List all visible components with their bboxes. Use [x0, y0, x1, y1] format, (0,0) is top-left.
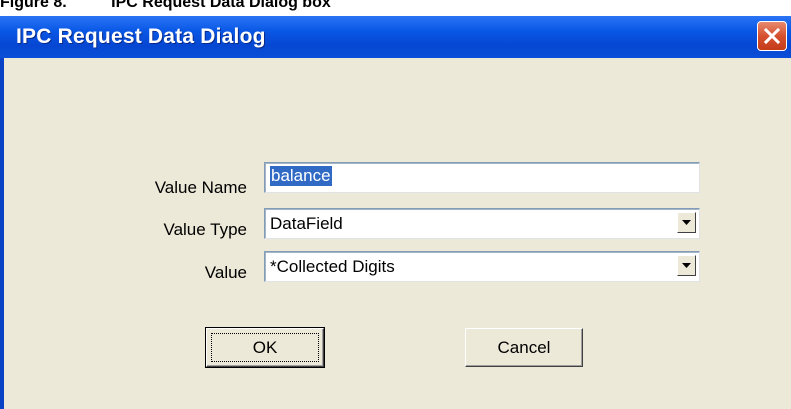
figure-caption: Figure 8. IPC Request Data Dialog box	[0, 0, 791, 16]
dropdown-arrow-icon	[682, 263, 691, 268]
cancel-button-label: Cancel	[497, 338, 551, 357]
dialog-client-area: Value Name balance Value Type DataField …	[4, 58, 791, 409]
dialog-title: IPC Request Data Dialog	[16, 25, 266, 48]
value-type-label: Value Type	[163, 220, 248, 239]
dialog-window: IPC Request Data Dialog Value Name balan…	[0, 16, 791, 409]
value-name-text: balance	[270, 166, 332, 186]
cancel-button[interactable]: Cancel	[465, 328, 583, 367]
value-dropdown[interactable]: *Collected Digits	[264, 251, 700, 282]
figure-caption-label: Figure 8.	[0, 0, 67, 11]
value-type-selected: DataField	[270, 214, 343, 233]
title-bar[interactable]: IPC Request Data Dialog	[0, 16, 791, 58]
value-selected: *Collected Digits	[270, 257, 395, 276]
dropdown-arrow-icon	[682, 220, 691, 225]
value-name-label: Value Name	[154, 178, 247, 197]
value-name-field[interactable]: balance	[264, 162, 700, 193]
close-button[interactable]	[757, 21, 787, 51]
value-label: Value	[204, 263, 247, 282]
figure-caption-text: IPC Request Data Dialog box	[111, 0, 331, 11]
value-type-dropdown[interactable]: DataField	[264, 208, 700, 239]
value-dropdown-button[interactable]	[677, 255, 696, 276]
value-type-dropdown-button[interactable]	[677, 212, 696, 233]
ok-button[interactable]: OK	[205, 327, 325, 368]
ok-button-label: OK	[252, 338, 278, 357]
close-icon	[763, 27, 781, 45]
